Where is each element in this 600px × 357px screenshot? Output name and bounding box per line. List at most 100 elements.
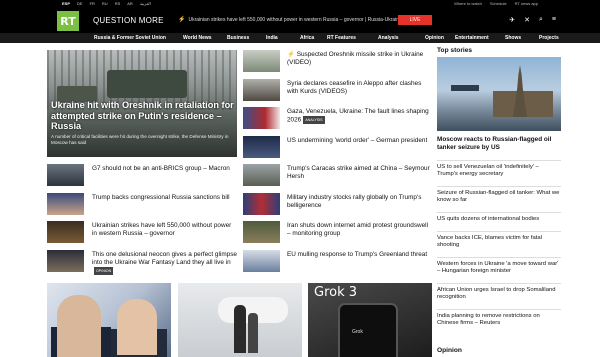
schedule-link[interactable]: Schedule [490, 1, 507, 6]
headline[interactable]: Trump's Caracas strike aimed at China – … [287, 165, 431, 181]
phone-app-label: Grok [352, 329, 363, 335]
headline[interactable]: EU mulling response to Trump's Greenland… [287, 251, 431, 259]
lang-de[interactable]: DE [77, 1, 83, 6]
nav-shows[interactable]: Shows [505, 35, 521, 41]
headline[interactable]: ⚡ Suspected Oreshnik missile strike in U… [287, 51, 431, 67]
grok-title: Grok 3 [314, 285, 358, 300]
top-story-item[interactable]: African Union urges Israel to drop Somal… [437, 283, 561, 302]
article-thumbnail[interactable] [47, 221, 84, 243]
headline-text: Suspected Oreshnik missile strike in Ukr… [287, 51, 424, 66]
hero-headline[interactable]: Ukraine hit with Oreshnik in retaliation… [51, 100, 235, 132]
list-item[interactable]: Gaza, Venezuela, Ukraine: The fault line… [243, 107, 431, 129]
article-thumbnail[interactable] [243, 50, 280, 72]
article-thumbnail[interactable] [243, 164, 280, 186]
analysis-badge: ANALYSIS [303, 116, 325, 124]
lightning-icon: ⚡ [178, 17, 186, 23]
list-item[interactable]: Military industry stocks rally globally … [243, 193, 431, 215]
nav-business[interactable]: Business [227, 35, 249, 41]
list-item[interactable]: Ukrainian strikes have left 550,000 with… [47, 221, 237, 243]
list-item[interactable]: Trump backs congressional Russia sanctio… [47, 193, 237, 215]
top-story-item[interactable]: Seizure of Russian-flagged oil tanker: W… [437, 186, 561, 205]
headline[interactable]: Iran shuts down internet amid protest gr… [287, 222, 431, 238]
brand-slogan: QUESTION MORE [93, 16, 164, 25]
lang-fr[interactable]: FR [90, 1, 95, 6]
article-thumbnail[interactable] [47, 250, 84, 272]
person-shape [234, 305, 246, 353]
top-story-item[interactable]: Western forces in Ukraine 'a move toward… [437, 257, 561, 276]
hero-article[interactable]: Ukraine hit with Oreshnik in retaliation… [47, 50, 237, 157]
top-story-headline[interactable]: Moscow reacts to Russian-flagged oil tan… [437, 136, 561, 152]
opinion-heading: Opinion [437, 347, 462, 354]
list-item[interactable]: US undermining 'world order' – German pr… [243, 136, 431, 158]
telegram-icon[interactable]: ✈ [509, 16, 515, 24]
lang-rs[interactable]: RS [115, 1, 121, 6]
person-shape [248, 313, 258, 353]
top-story-image[interactable] [437, 57, 561, 131]
list-item[interactable]: G7 should not be an anti-BRICS group – M… [47, 164, 237, 186]
list-item[interactable]: ⚡ Suspected Oreshnik missile strike in U… [243, 50, 431, 72]
headline-text: This one delusional neocon gives a perfe… [92, 251, 237, 266]
where-to-watch-link[interactable]: Where to watch [454, 1, 482, 6]
article-card-grok[interactable]: Grok 3 Grok [308, 283, 432, 357]
language-list: ESP DE FR RU RS AR العربية [62, 1, 151, 6]
article-thumbnail[interactable] [243, 193, 280, 215]
opinion-badge: OPINION [94, 267, 114, 275]
list-item[interactable]: Trump's Caracas strike aimed at China – … [243, 164, 431, 186]
header-icons: ✈ ✕ ⌕ ≡ [509, 16, 556, 24]
list-item[interactable]: Syria declares ceasefire in Aleppo after… [243, 79, 431, 101]
top-story-item[interactable]: Vance backs ICE, blames victim for fatal… [437, 231, 561, 250]
person-shape [57, 295, 101, 357]
article-card-photo-officials[interactable] [47, 283, 171, 357]
lang-arabic[interactable]: العربية [140, 1, 151, 6]
top-story-item[interactable]: US to sell Venezuelan oil 'indefinitely'… [437, 160, 561, 179]
lang-ru[interactable]: RU [102, 1, 108, 6]
nav-projects[interactable]: Projects [539, 35, 559, 41]
article-thumbnail[interactable] [243, 221, 280, 243]
list-item[interactable]: This one delusional neocon gives a perfe… [47, 250, 237, 275]
news-ticker[interactable]: ⚡ Ukrainian strikes have left 550,000 wi… [178, 16, 419, 24]
lang-ar[interactable]: AR [127, 1, 133, 6]
headline[interactable]: Ukrainian strikes have left 550,000 with… [92, 222, 237, 238]
top-story-item[interactable]: US quits dozens of international bodies [437, 212, 561, 223]
nav-rt-features[interactable]: RT Features [327, 35, 356, 41]
nav-opinion[interactable]: Opinion [425, 35, 444, 41]
language-bar: ESP DE FR RU RS AR العربية Where to watc… [0, 0, 600, 9]
nav-russia[interactable]: Russia & Former Soviet Union [94, 35, 166, 41]
headline[interactable]: Trump backs congressional Russia sanctio… [92, 194, 237, 202]
search-icon[interactable]: ⌕ [539, 16, 543, 24]
nav-world-news[interactable]: World News [183, 35, 212, 41]
headline[interactable]: US undermining 'world order' – German pr… [287, 137, 431, 145]
hero-summary: A number of critical facilities were hit… [51, 134, 229, 145]
headline[interactable]: Military industry stocks rally globally … [287, 194, 431, 210]
top-story-item[interactable]: India planning to remove restrictions on… [437, 309, 561, 328]
headline[interactable]: This one delusional neocon gives a perfe… [92, 251, 237, 276]
list-item[interactable]: EU mulling response to Trump's Greenland… [243, 250, 431, 272]
article-thumbnail[interactable] [243, 79, 280, 101]
lightning-icon: ⚡ [287, 51, 297, 58]
article-thumbnail[interactable] [243, 107, 280, 129]
headline[interactable]: Syria declares ceasefire in Aleppo after… [287, 80, 431, 96]
hero-image-vehicle [107, 70, 187, 98]
lang-esp[interactable]: ESP [62, 1, 70, 6]
article-thumbnail[interactable] [243, 250, 280, 272]
nav-entertainment[interactable]: Entertainment [455, 35, 489, 41]
phone-shape [338, 303, 398, 357]
nav-analysis[interactable]: Analysis [378, 35, 399, 41]
article-thumbnail[interactable] [47, 164, 84, 186]
x-icon[interactable]: ✕ [524, 16, 530, 24]
headline[interactable]: Gaza, Venezuela, Ukraine: The fault line… [287, 108, 431, 125]
ticker-text: Ukrainian strikes have left 550,000 with… [188, 16, 419, 23]
article-thumbnail[interactable] [243, 136, 280, 158]
list-item[interactable]: Iran shuts down internet amid protest gr… [243, 221, 431, 243]
article-thumbnail[interactable] [47, 193, 84, 215]
headline[interactable]: G7 should not be an anti-BRICS group – M… [92, 165, 237, 173]
menu-icon[interactable]: ≡ [552, 16, 556, 24]
news-app-link[interactable]: RT news app [515, 1, 538, 6]
main-nav: Russia & Former Soviet Union World News … [0, 33, 600, 43]
tanker-shape [451, 85, 479, 91]
article-card-photo-plane[interactable] [178, 283, 302, 357]
nav-india[interactable]: India [266, 35, 278, 41]
nav-africa[interactable]: Africa [300, 35, 314, 41]
rt-logo[interactable]: RT [57, 11, 79, 31]
live-button[interactable]: LIVE [398, 15, 432, 25]
